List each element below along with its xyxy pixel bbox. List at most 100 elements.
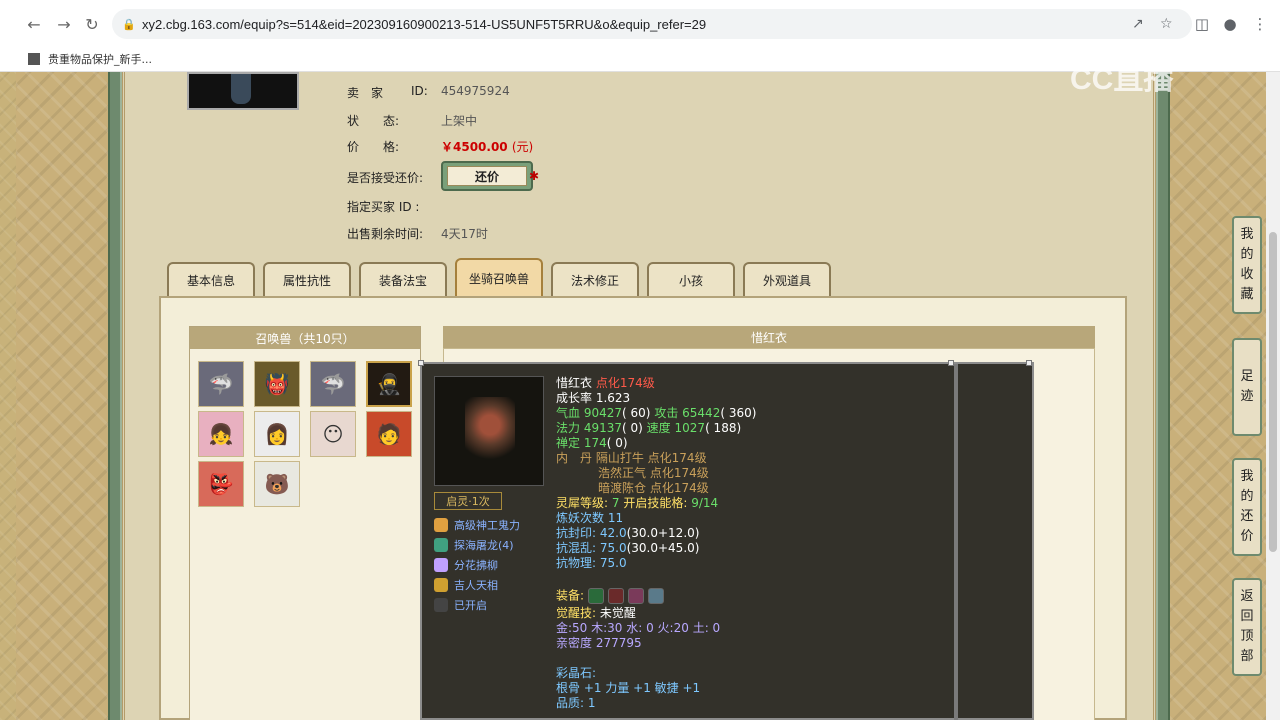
price-label: 价 格: <box>347 140 400 154</box>
back-to-top-button[interactable]: 返回顶部 <box>1232 578 1262 676</box>
hp-atk-line: 气血 90427( 60) 攻击 65442( 360) <box>556 406 757 420</box>
skill-2: 探海屠龙(4) <box>434 536 514 554</box>
equip-icon[interactable] <box>627 588 644 604</box>
footprint-button[interactable]: 足迹 <box>1232 338 1262 436</box>
skill-icon <box>434 578 448 592</box>
forward-icon[interactable]: → <box>52 12 76 36</box>
profile-icon[interactable]: ● <box>1220 14 1240 34</box>
pet-slot-7[interactable]: 😶 <box>310 411 356 457</box>
skill-icon <box>434 538 448 552</box>
id-label: ID: <box>411 84 428 98</box>
page-scrollbar[interactable] <box>1266 72 1280 720</box>
tassel-icon: ✱ <box>528 169 539 183</box>
growth-line: 成长率 1.623 <box>556 391 631 405</box>
pet-slot-4[interactable]: 🥷 <box>366 361 412 407</box>
soul-line: 灵犀等级: 7 开启技能格: 9/14 <box>556 496 719 510</box>
skill-3: 分花拂柳 <box>434 556 498 574</box>
pet-slot-9[interactable]: 👺 <box>198 461 244 507</box>
tab-children[interactable]: 小孩 <box>647 262 735 296</box>
tab-appearance[interactable]: 外观道具 <box>743 262 831 296</box>
crystal-line: 根骨 +1 力量 +1 敏捷 +1 <box>556 681 701 695</box>
skill-icon <box>434 518 448 532</box>
equip-icon[interactable] <box>587 588 604 604</box>
tab-spell-mod[interactable]: 法术修正 <box>551 262 639 296</box>
reload-icon[interactable]: ↻ <box>80 12 104 36</box>
crystal-label: 彩晶石: <box>556 666 597 680</box>
sidebar-icon[interactable]: ◫ <box>1192 14 1212 34</box>
pet-slot-5[interactable]: 👧 <box>198 411 244 457</box>
awake-line: 觉醒技: 未觉醒 <box>556 606 636 620</box>
time-row: 出售剩余时间: 4天17时 <box>347 225 488 242</box>
mp-spd-line: 法力 49137( 0) 速度 1027( 188) <box>556 421 742 435</box>
pet-slot-1[interactable]: 🦈 <box>198 361 244 407</box>
back-icon[interactable]: ← <box>22 12 46 36</box>
equip-icon[interactable] <box>647 588 664 604</box>
accept-row: 是否接受还价: <box>347 169 423 186</box>
scrollbar-thumb[interactable] <box>1269 232 1277 552</box>
lock-icon: 🔒 <box>122 18 136 31</box>
tab-basic[interactable]: 基本信息 <box>167 262 255 296</box>
pet-list-header: 召唤兽（共10只） <box>190 327 420 349</box>
skill-icon <box>434 598 448 612</box>
skill-icon <box>434 558 448 572</box>
seller-row: 卖 家 ID: 454975924 <box>347 84 510 101</box>
chaos-line: 抗混乱: 75.0(30.0+45.0) <box>556 541 700 555</box>
skill-1: 高级神工鬼力 <box>434 516 520 534</box>
time-label: 出售剩余时间: <box>347 227 424 241</box>
left-border <box>108 72 122 720</box>
pet-slot-6[interactable]: 👩 <box>254 411 300 457</box>
left-pattern <box>16 72 108 720</box>
elements-line: 金:50 木:30 水: 0 火:20 土: 0 <box>556 621 721 635</box>
pet-slot-3[interactable]: 🦈 <box>310 361 356 407</box>
tab-equipment[interactable]: 装备法宝 <box>359 262 447 296</box>
pet-tooltip: 启灵·1次 高级神工鬼力 探海屠龙(4) 分花拂柳 吉人天相 已开启 惜红衣 点… <box>418 360 1034 720</box>
pet-name-line: 惜红衣 点化174级 <box>556 376 655 390</box>
pet-slot-10[interactable]: 🐻 <box>254 461 300 507</box>
status-value: 上架中 <box>441 114 478 128</box>
pet-slot-2[interactable]: 👹 <box>254 361 300 407</box>
accept-label: 是否接受还价: <box>347 171 424 185</box>
chan-line: 禅定 174( 0) <box>556 436 628 450</box>
stream-watermark: CC直播 <box>1070 63 1174 96</box>
menu-icon[interactable]: ⋮ <box>1250 14 1270 34</box>
tab-mounts-pets[interactable]: 坐骑召唤兽 <box>455 258 543 296</box>
equip-line: 装备: <box>556 588 668 604</box>
buyer-label: 指定买家 ID : <box>347 200 420 214</box>
status-row: 状 态: 上架中 <box>347 112 477 129</box>
detail-header: 惜红衣 <box>443 326 1095 348</box>
buyer-row: 指定买家 ID : <box>347 198 419 215</box>
seal-line: 抗封印: 42.0(30.0+12.0) <box>556 526 700 540</box>
equip-icon[interactable] <box>607 588 624 604</box>
time-value: 4天17时 <box>441 227 488 241</box>
pet-slot-8[interactable]: 🧑 <box>366 411 412 457</box>
my-haggles-button[interactable]: 我的还价 <box>1232 458 1262 556</box>
my-favorites-button[interactable]: 我的收藏 <box>1232 216 1262 314</box>
bookmark-label: 贵重物品保护_新手... <box>48 53 152 66</box>
address-bar[interactable]: 🔒 xy2.cbg.163.com/equip?s=514&eid=202309… <box>112 9 1192 39</box>
price-value: ￥4500.00 (元) <box>441 140 534 154</box>
skill-5: 已开启 <box>434 596 487 614</box>
character-portrait <box>187 72 299 110</box>
refine-line: 炼妖次数 11 <box>556 511 624 525</box>
skill-4: 吉人天相 <box>434 576 498 594</box>
inner-line-1: 内 丹 隔山打牛 点化174级 <box>556 451 707 465</box>
favicon-icon <box>28 53 40 65</box>
inner-line-3: 暗渡陈仓 点化174级 <box>598 481 709 495</box>
inner-line-2: 浩然正气 点化174级 <box>598 466 709 480</box>
intimacy-line: 亲密度 277795 <box>556 636 642 650</box>
pet-list: 召唤兽（共10只） 🦈 👹 🦈 🥷 👧 👩 😶 🧑 👺 🐻 <box>189 326 421 720</box>
bookmark-star-icon[interactable]: ☆ <box>1160 16 1173 32</box>
tab-attributes[interactable]: 属性抗性 <box>263 262 351 296</box>
browser-toolbar: ← → ↻ 🔒 xy2.cbg.163.com/equip?s=514&eid=… <box>0 0 1280 48</box>
awaken-badge: 启灵·1次 <box>434 492 502 510</box>
status-label: 状 态: <box>347 114 400 128</box>
price-row: 价 格: ￥4500.00 (元) <box>347 138 533 155</box>
right-border <box>1156 72 1170 720</box>
seller-label: 卖 家 <box>347 86 384 100</box>
phys-line: 抗物理: 75.0 <box>556 556 627 570</box>
haggle-button[interactable]: 还价 ✱ <box>441 161 539 191</box>
quality-line: 品质: 1 <box>556 696 596 710</box>
url-text: xy2.cbg.163.com/equip?s=514&eid=20230916… <box>142 16 707 32</box>
bookmark-item[interactable]: 贵重物品保护_新手... <box>28 51 152 67</box>
share-icon[interactable]: ↗ <box>1132 16 1144 32</box>
